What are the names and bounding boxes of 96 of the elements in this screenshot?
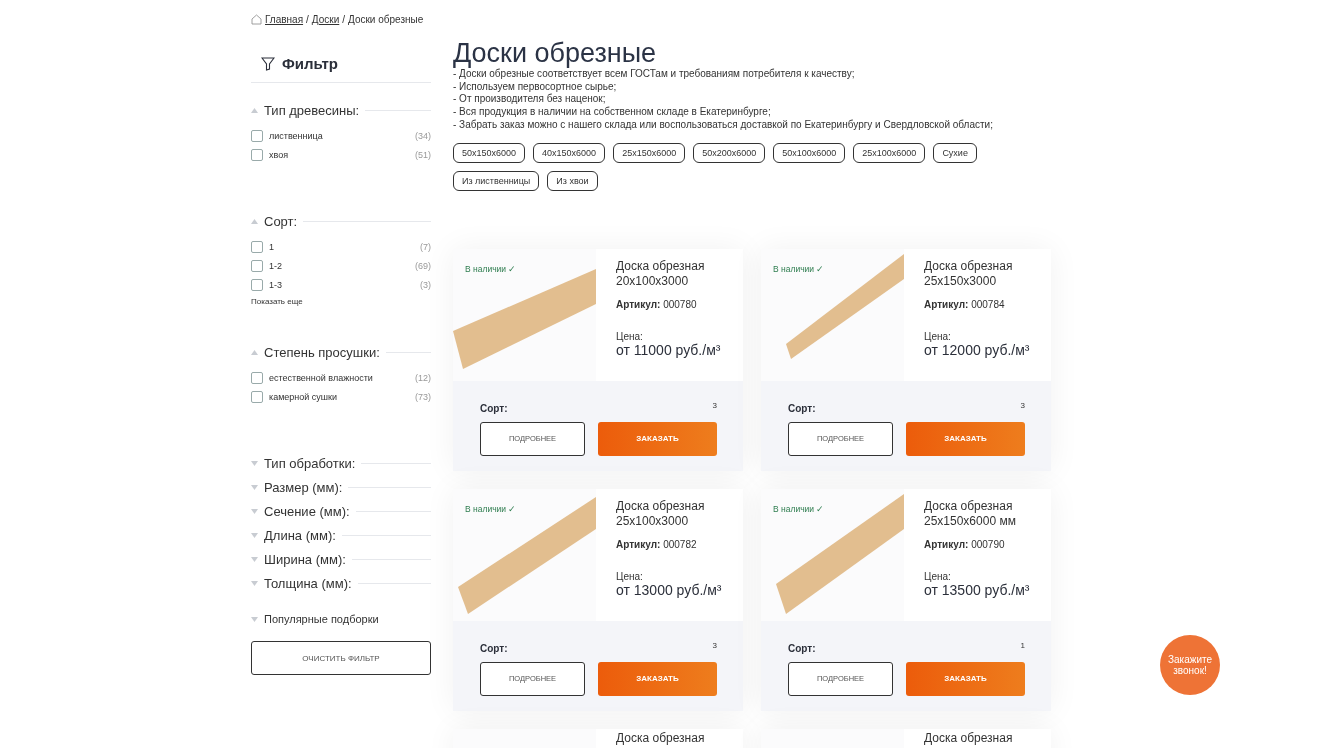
in-stock-label: В наличии ✓ [465, 503, 517, 514]
page-title: Доски обрезные [453, 38, 657, 68]
expand-arrow-icon [251, 461, 258, 466]
tag-link[interactable]: 25x100x6000 [853, 142, 926, 163]
price-label: Цена: [924, 570, 952, 582]
breadcrumb-separator: / [306, 13, 309, 25]
collapse-arrow-icon [251, 350, 258, 355]
tag-link[interactable]: 50x200x6000 [693, 142, 766, 163]
checkbox[interactable] [251, 148, 263, 161]
price-label: Цена: [616, 330, 644, 342]
filter-option-count: (69) [415, 260, 431, 271]
expand-arrow-icon [251, 533, 258, 538]
in-stock-label: В наличии ✓ [773, 503, 825, 514]
description-line: - Доски обрезные соответствует всем ГОСТам и требованиям потребителя к качеству; [453, 68, 856, 81]
price-label: Цена: [616, 570, 644, 582]
grade-label: Сорт: [480, 642, 508, 654]
description-line: - Забрать заказ можно с нашего склада или воспользоваться доставкой по Екатеринбургу и Свердловской области; [453, 118, 994, 132]
filter-option-label: естественной влажности [269, 372, 374, 383]
filter-group-title[interactable]: Тип обработки: [264, 456, 356, 471]
filter-group-title[interactable]: Длина (мм): [264, 528, 336, 543]
grade-value: 3 [712, 640, 717, 650]
tag-link[interactable]: 40x150x6000 [533, 142, 606, 163]
filter-group-title[interactable]: Размер (мм): [264, 480, 343, 495]
article-number: Артикул: 000780 [616, 298, 698, 310]
in-stock-label: В наличии ✓ [465, 263, 517, 274]
in-stock-label: В наличии ✓ [773, 263, 825, 274]
tag-link[interactable]: Из лиственницы [453, 170, 540, 191]
home-icon[interactable] [251, 13, 262, 25]
checkbox[interactable] [251, 129, 263, 142]
filter-group-title[interactable]: Сорт: [264, 214, 298, 229]
checkbox[interactable] [251, 390, 263, 403]
description-line: - Используем первосортное сырье; [453, 80, 618, 94]
expand-arrow-icon [251, 509, 258, 514]
filter-group-title[interactable]: Толщина (мм): [264, 576, 352, 591]
article-number: Артикул: 000782 [616, 538, 698, 550]
product-title[interactable]: Доска обрезная 25x150x3000 [924, 258, 1051, 289]
collapse-arrow-icon [251, 219, 258, 224]
checkbox[interactable] [251, 240, 263, 253]
filter-option-label: 1 [269, 241, 275, 252]
grade-label: Сорт: [788, 642, 816, 654]
grade-label: Сорт: [788, 402, 816, 414]
price: от 13000 руб./м³ [616, 581, 723, 598]
filter-title: Фильтр [282, 55, 338, 72]
breadcrumb-link[interactable]: Доски [311, 13, 340, 25]
filter-group-title[interactable]: Ширина (мм): [264, 552, 346, 567]
breadcrumb-link[interactable]: Главная [265, 13, 304, 25]
grade-value: 3 [1020, 400, 1025, 410]
expand-arrow-icon [251, 581, 258, 586]
show-more-link[interactable]: Показать еще [251, 297, 431, 306]
collapse-arrow-icon [251, 108, 258, 113]
grade-value: 1 [1020, 640, 1025, 650]
filter-option-count: (51) [415, 149, 431, 160]
breadcrumb-separator: / [342, 13, 346, 25]
article-number: Артикул: 000790 [924, 538, 1006, 550]
product-title[interactable]: Доска обрезная [616, 730, 743, 746]
price-label: Цена: [924, 330, 952, 342]
filter-option-label: хвоя [269, 149, 290, 160]
filter-option-count: (3) [420, 279, 431, 290]
expand-arrow-icon [251, 557, 258, 562]
checkbox[interactable] [251, 278, 263, 291]
checkbox[interactable] [251, 371, 263, 384]
filter-option-label: лиственница [269, 130, 324, 141]
filter-group-title[interactable]: Степень просушки: [264, 345, 380, 360]
product-title[interactable]: Доска обрезная 25x150x6000 мм [924, 498, 1051, 529]
expand-arrow-icon [251, 485, 258, 490]
article-number: Артикул: 000784 [924, 298, 1006, 310]
filter-option-count: (7) [420, 241, 431, 252]
product-title[interactable]: Доска обрезная 25x100x3000 [616, 498, 743, 529]
filter-group-title[interactable]: Популярные подборки [264, 613, 379, 625]
filter-group-title[interactable]: Сечение (мм): [264, 504, 350, 519]
grade-value: 3 [712, 400, 717, 410]
filter-option-count: (34) [415, 130, 431, 141]
description-line: - Вся продукция в наличии на собственном складе в Екатеринбурге; [453, 106, 772, 119]
checkbox[interactable] [251, 259, 263, 272]
tag-link[interactable]: 50x100x6000 [773, 142, 846, 163]
current-page-label: Доски обрезные [348, 13, 424, 25]
description-line: - От производителя без наценок; [453, 93, 607, 106]
tag-link[interactable]: 25x150x6000 [613, 142, 686, 163]
filter-option-label: 1-3 [269, 279, 283, 290]
filter-option-count: (12) [415, 372, 431, 383]
price: от 12000 руб./м³ [924, 341, 1031, 358]
grade-label: Сорт: [480, 402, 508, 414]
filter-option-label: 1-2 [269, 260, 283, 271]
tag-link[interactable]: Сухие [933, 142, 977, 163]
expand-arrow-icon [251, 616, 258, 622]
price: от 11000 руб./м³ [616, 341, 722, 358]
filter-icon [261, 56, 275, 71]
filter-option-count: (73) [415, 391, 431, 402]
clear-filter-button[interactable]: ОЧИСТИТЬ ФИЛЬТР [251, 641, 431, 675]
product-title[interactable]: Доска обрезная [924, 730, 1051, 746]
product-title[interactable]: Доска обрезная 20x100x3000 [616, 258, 743, 289]
price: от 13500 руб./м³ [924, 581, 1031, 598]
filter-option-label: камерной сушки [269, 391, 339, 402]
tag-link[interactable]: Из хвои [547, 170, 598, 191]
filter-group-title[interactable]: Тип древесины: [264, 103, 360, 118]
tag-link[interactable]: 50x150x6000 [453, 142, 526, 163]
